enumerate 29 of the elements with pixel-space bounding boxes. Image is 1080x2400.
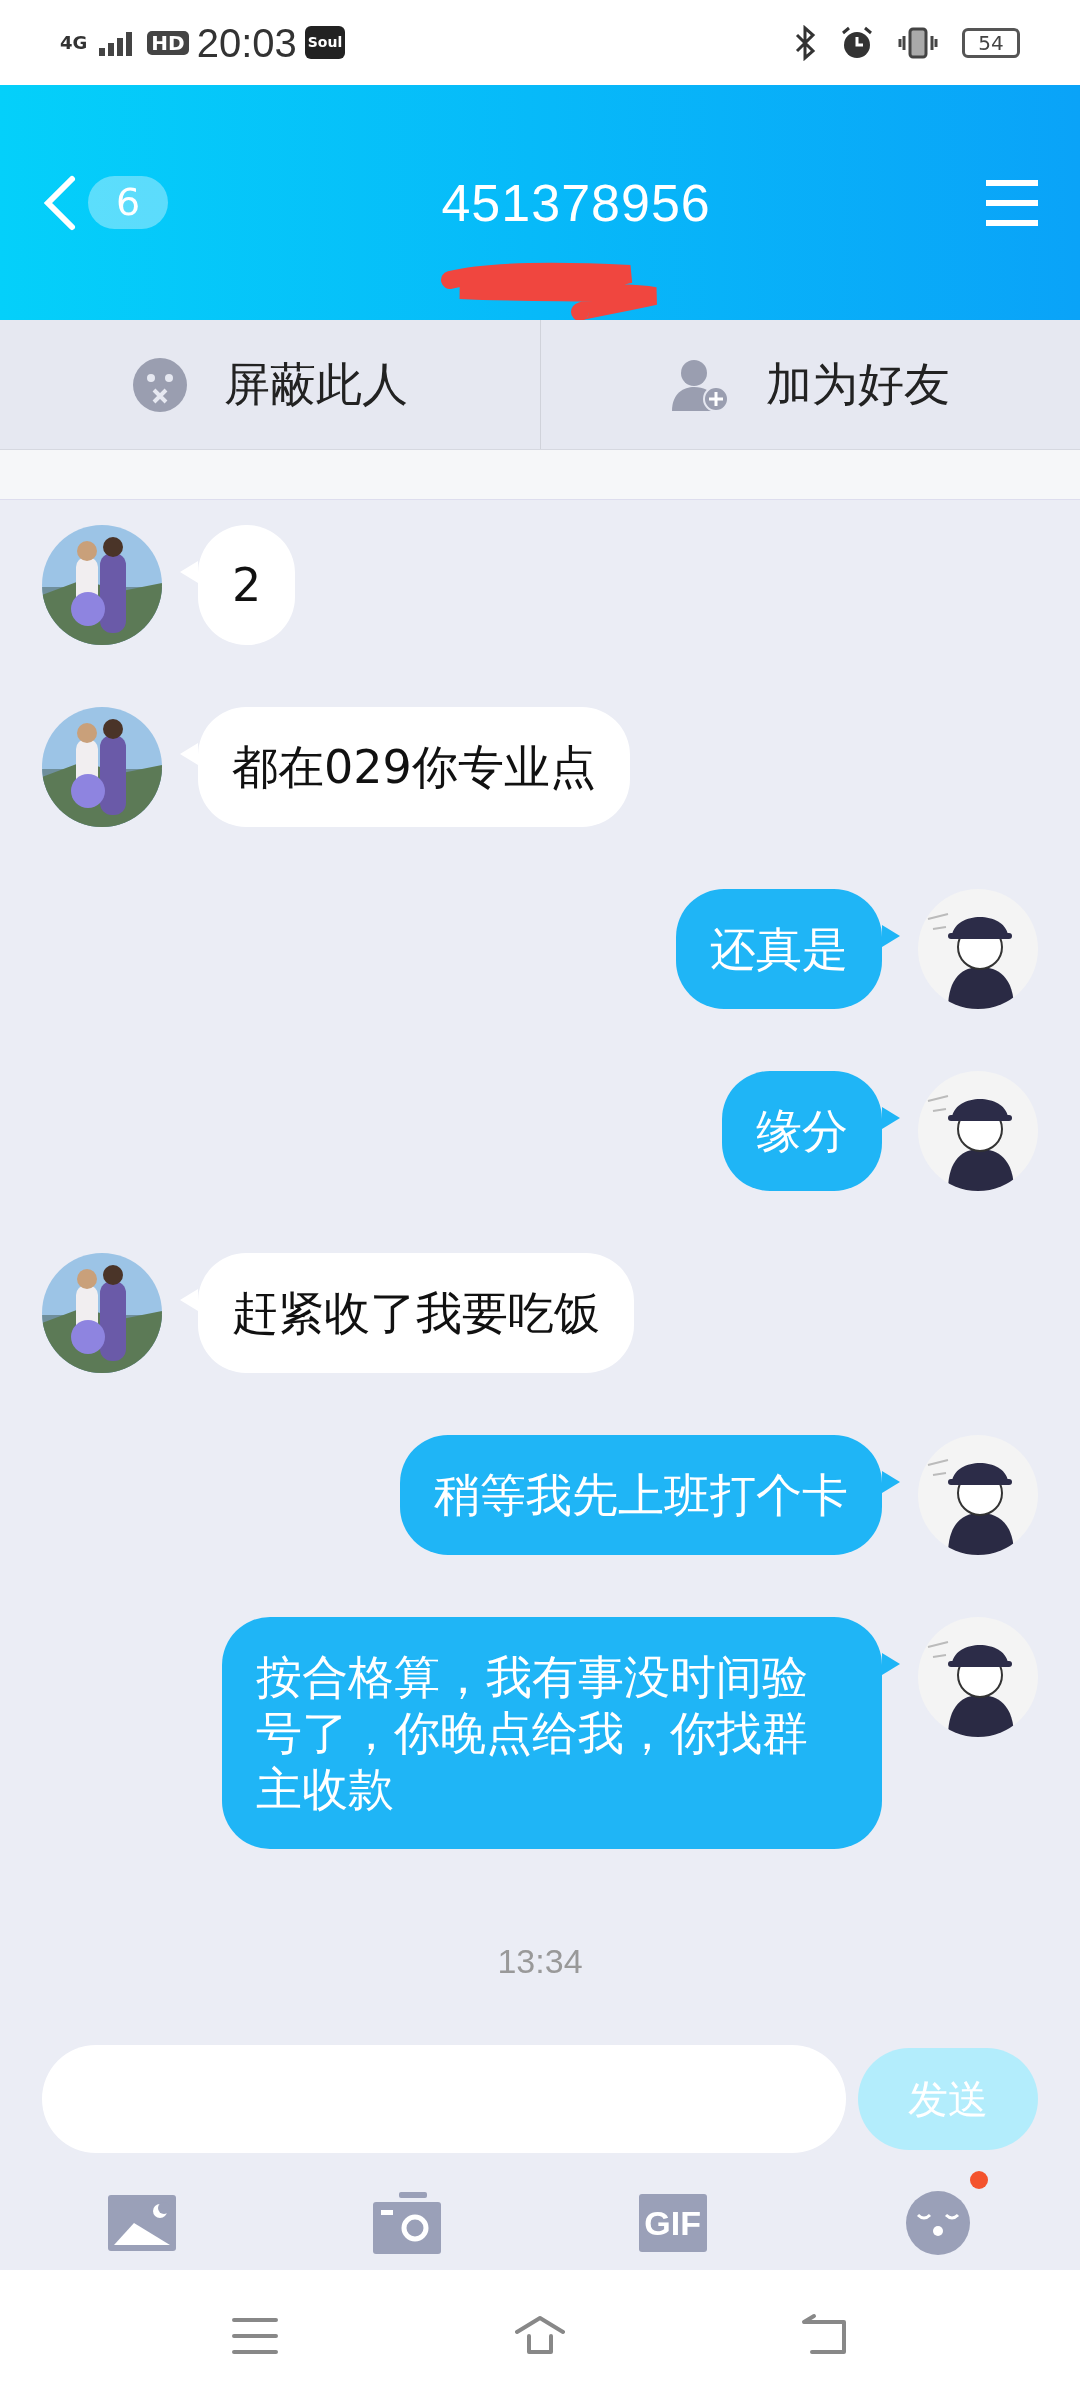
unread-count-badge[interactable]: 6 — [88, 175, 169, 230]
add-friend-button[interactable]: 加为好友 — [539, 320, 1080, 449]
bubble-tail — [882, 925, 900, 947]
message-bubble: 都在029你专业点 — [198, 707, 630, 827]
bubble-tail — [882, 1653, 900, 1675]
block-user-button[interactable]: 屏蔽此人 — [0, 320, 540, 449]
face-icon — [906, 2191, 970, 2255]
image-icon — [108, 2195, 176, 2251]
message-bubble: 稍等我先上班打个卡 — [400, 1435, 882, 1555]
camera-icon — [373, 2192, 442, 2254]
chat-title: 451378956 — [441, 172, 711, 234]
blocked-face-icon — [131, 356, 188, 413]
message-bubble: 2 — [198, 525, 296, 645]
message-bubble: 缘分 — [722, 1071, 882, 1191]
app-notification-icon: Soul — [304, 26, 346, 59]
message-bubble: 按合格算，我有事没时间验号了，你晚点给我，你找群主收款 — [222, 1617, 882, 1849]
message-bubble: 还真是 — [676, 889, 882, 1009]
menu-icon — [984, 178, 1040, 227]
hd-badge: HD — [147, 30, 189, 55]
battery-level: 54 — [962, 27, 1020, 58]
alarm-icon — [840, 25, 874, 60]
vibrate-icon — [898, 25, 938, 60]
bluetooth-icon — [794, 24, 816, 61]
network-type-label: 4G — [60, 31, 88, 55]
bubble-tail — [882, 1107, 900, 1129]
message-bubble: 赶紧收了我要吃饭 — [198, 1253, 634, 1373]
timestamp: 13:34 — [496, 1941, 584, 1982]
bubble-tail — [882, 1471, 900, 1493]
clock: 20:03 — [196, 19, 297, 67]
